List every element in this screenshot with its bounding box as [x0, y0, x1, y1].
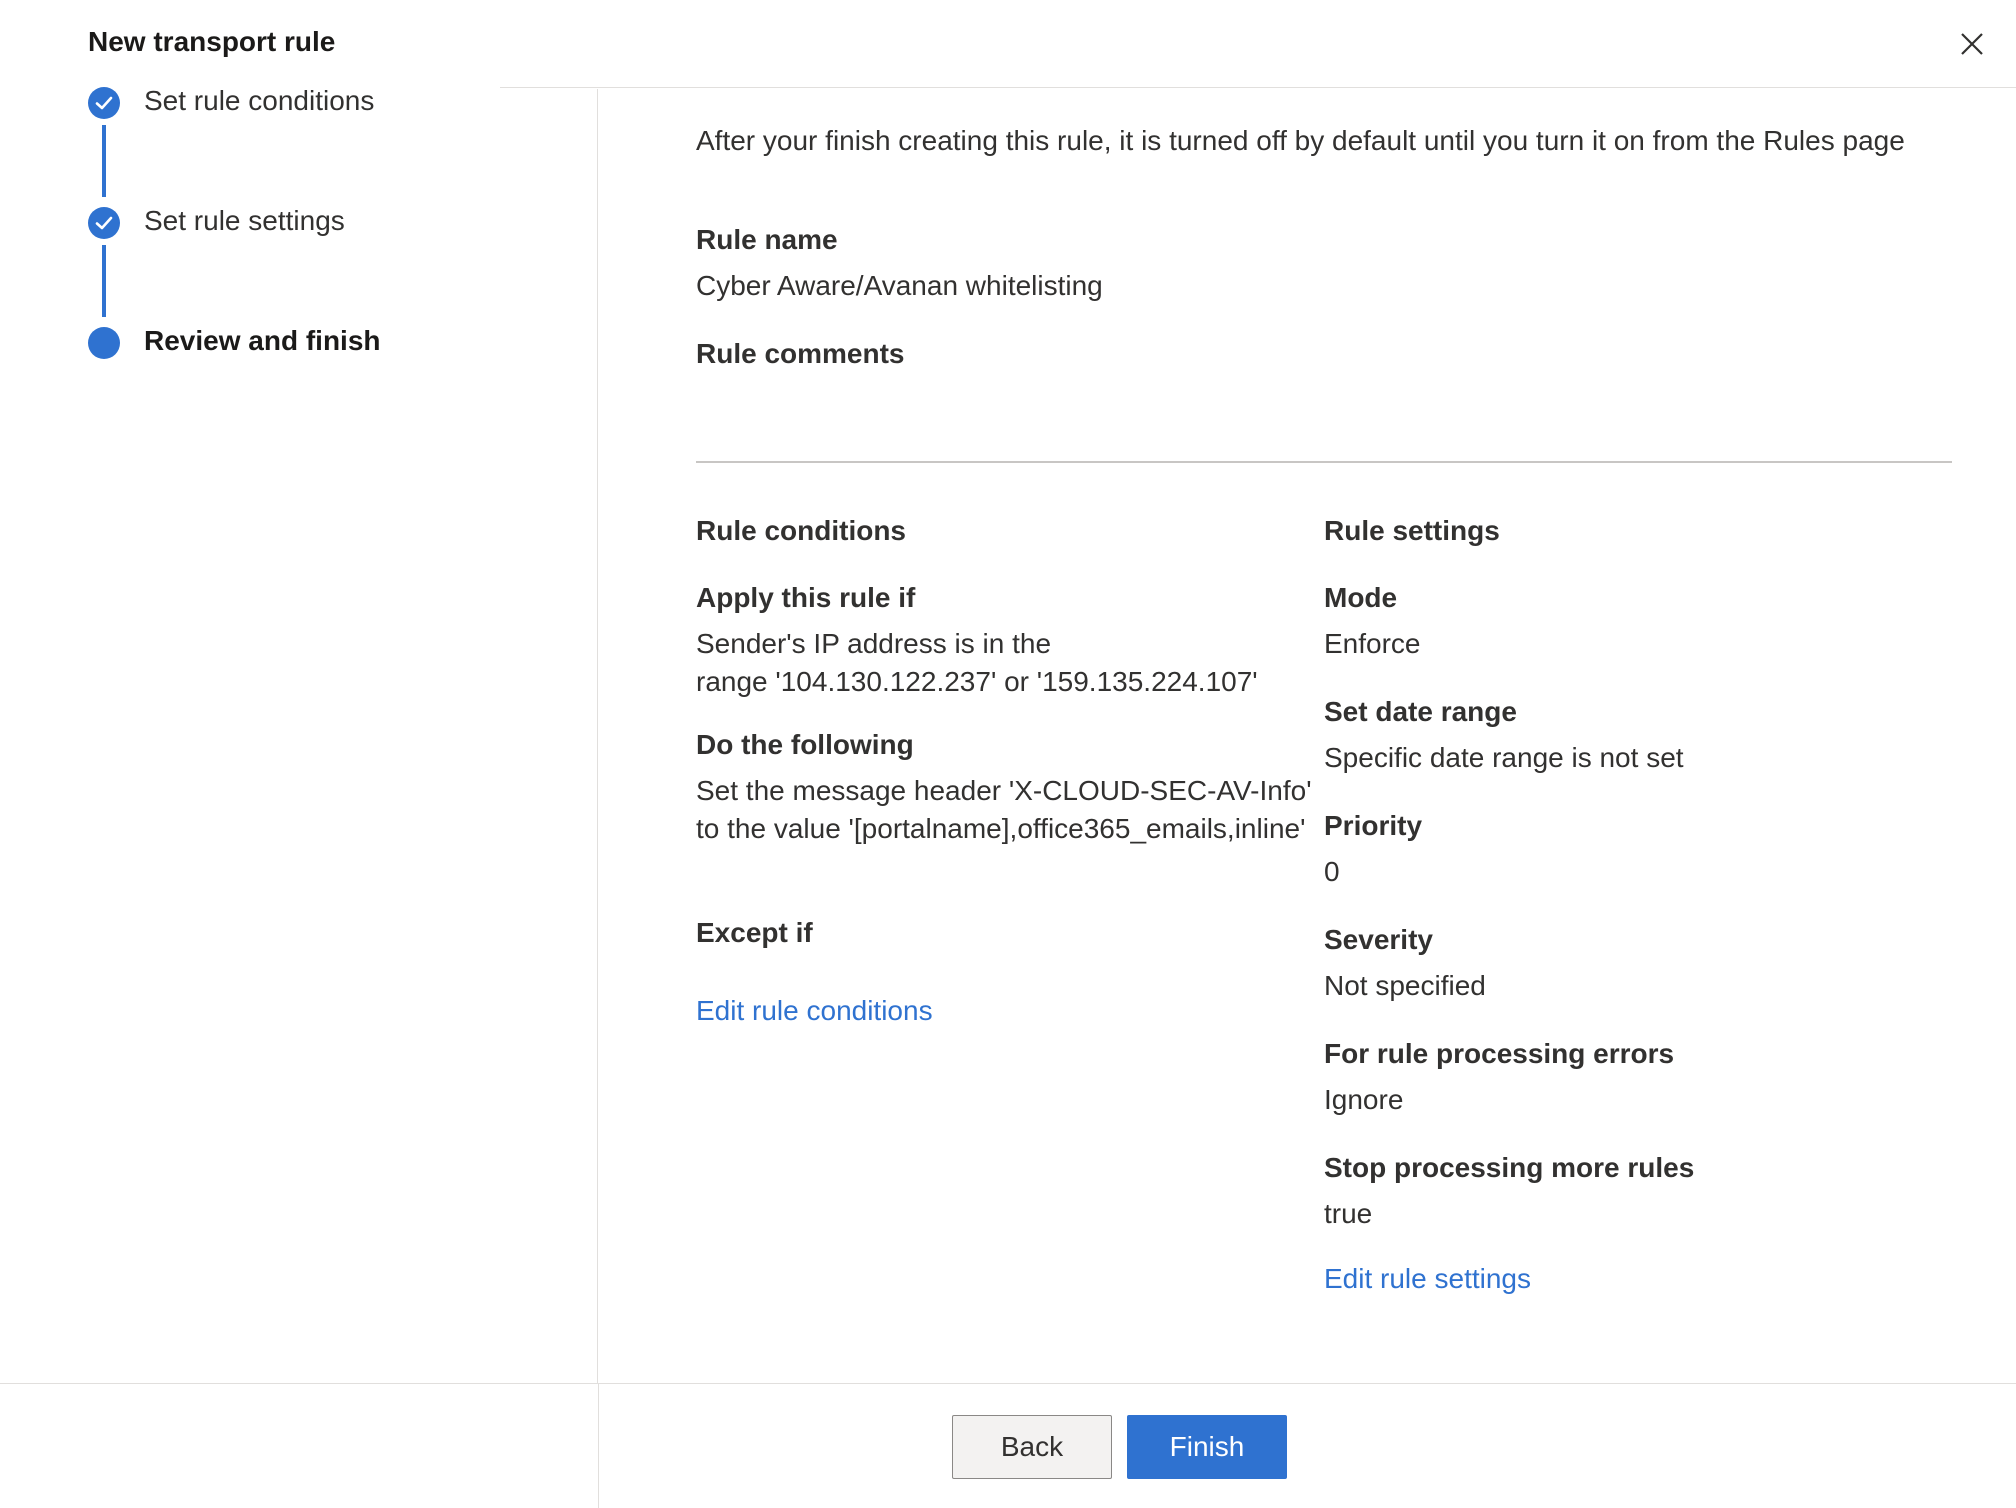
back-button[interactable]: Back [952, 1415, 1112, 1479]
finish-button[interactable]: Finish [1127, 1415, 1287, 1479]
date-range-label: Set date range [1324, 696, 1517, 727]
processing-errors-label: For rule processing errors [1324, 1038, 1675, 1069]
except-if-label: Except if [696, 917, 813, 948]
severity-value: Not specified [1324, 970, 1486, 1001]
rule-settings-heading: Rule settings [1324, 515, 1500, 546]
close-icon[interactable] [1952, 24, 1992, 64]
step-connector [102, 245, 106, 317]
date-range-value: Specific date range is not set [1324, 742, 1684, 773]
wizard-stepper: Set rule conditions Set rule settings Re… [0, 85, 598, 1383]
footer-divider [598, 1384, 599, 1508]
severity-label: Severity [1324, 924, 1433, 955]
step-label: Review and finish [144, 325, 381, 356]
section-divider [696, 461, 1952, 463]
apply-rule-if-value-line1: Sender's IP address is in the [696, 628, 1052, 659]
intro-text: After your finish creating this rule, it… [696, 125, 1905, 156]
edit-rule-conditions-link[interactable]: Edit rule conditions [696, 995, 933, 1027]
do-the-following-label: Do the following [696, 729, 914, 760]
rule-name-value: Cyber Aware/Avanan whitelisting [696, 270, 1103, 301]
checkmark-icon [88, 87, 120, 119]
step-label: Set rule conditions [144, 85, 375, 116]
step-connector [102, 125, 106, 197]
transport-rule-wizard: New transport rule Set rule conditions S… [0, 0, 2016, 1508]
do-the-following-value-line2: to the value '[portalname],office365_ema… [696, 813, 1306, 844]
do-the-following-value-line1: Set the message header 'X-CLOUD-SEC-AV-I… [696, 775, 1312, 806]
apply-rule-if-value-line2: range '104.130.122.237' or '159.135.224.… [696, 666, 1258, 697]
mode-value: Enforce [1324, 628, 1421, 659]
wizard-footer: Back Finish [0, 1383, 2016, 1508]
rule-comments-label: Rule comments [696, 338, 905, 369]
panel-header: New transport rule [0, 0, 2016, 88]
rule-name-label: Rule name [696, 224, 838, 255]
apply-rule-if-label: Apply this rule if [696, 582, 916, 613]
processing-errors-value: Ignore [1324, 1084, 1404, 1115]
step-label: Set rule settings [144, 205, 345, 236]
stop-processing-label: Stop processing more rules [1324, 1152, 1695, 1183]
current-step-dot-icon [88, 327, 120, 359]
review-content: After your finish creating this rule, it… [599, 89, 2016, 1383]
priority-label: Priority [1324, 810, 1423, 841]
edit-rule-settings-link[interactable]: Edit rule settings [1324, 1263, 1531, 1295]
checkmark-icon [88, 207, 120, 239]
stop-processing-value: true [1324, 1198, 1373, 1229]
rule-conditions-heading: Rule conditions [696, 515, 906, 546]
page-title: New transport rule [88, 26, 336, 57]
mode-label: Mode [1324, 582, 1398, 613]
priority-value: 0 [1324, 856, 1340, 887]
